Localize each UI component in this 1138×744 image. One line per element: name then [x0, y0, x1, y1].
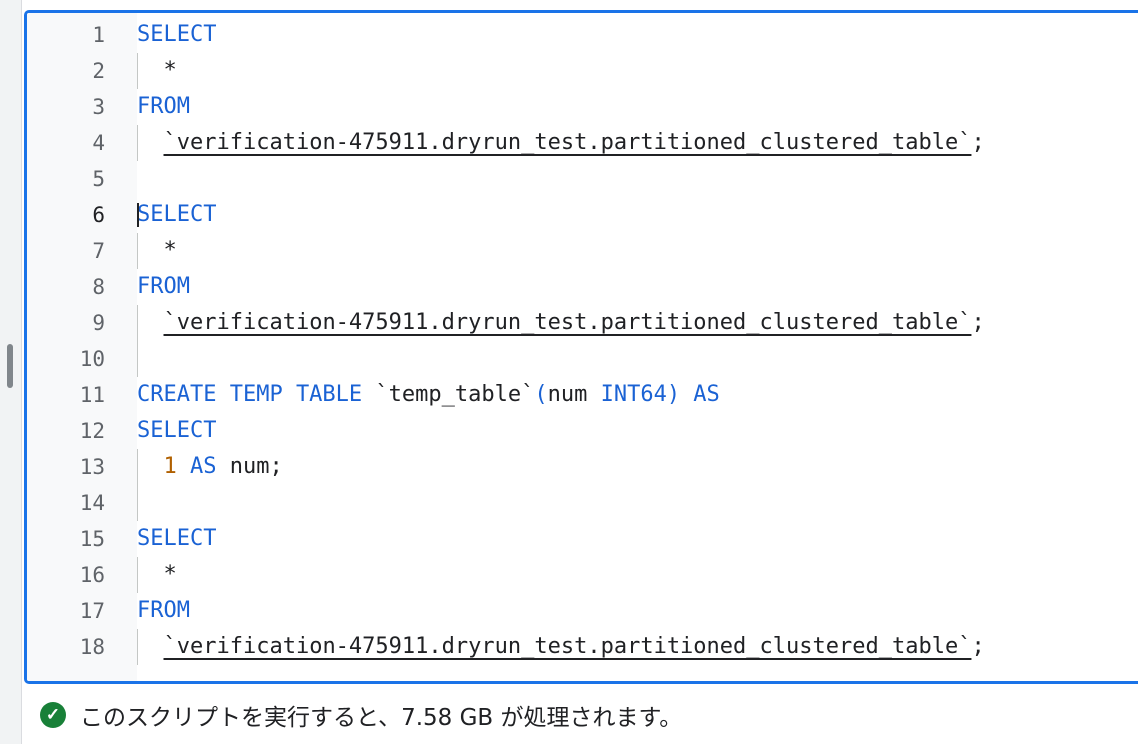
- code-line[interactable]: 6 SELECT: [27, 197, 1138, 233]
- code-text: FROM: [137, 593, 190, 629]
- sql-keyword: FROM: [137, 598, 190, 623]
- resize-handle[interactable]: [7, 344, 13, 388]
- code-token: ;: [971, 310, 985, 335]
- numeric-literal: 1: [163, 454, 177, 479]
- line-number: 11: [79, 383, 105, 407]
- left-panel-strip: [0, 0, 22, 744]
- code-text: FROM: [137, 269, 190, 305]
- check-circle-icon: ✓: [40, 702, 66, 728]
- code-text: SELECT: [137, 17, 216, 53]
- code-token: *: [137, 238, 177, 263]
- sql-keyword: FROM: [137, 94, 190, 119]
- line-number: 16: [79, 563, 105, 587]
- code-line[interactable]: 5: [27, 161, 1138, 197]
- sql-keyword: (: [534, 382, 548, 407]
- code-token: ;: [971, 130, 985, 155]
- code-token: `temp_table`: [362, 382, 535, 407]
- table-reference: `verification-475911.dryrun_test.partiti…: [163, 634, 972, 659]
- line-number: 1: [92, 23, 105, 47]
- code-text: CREATE TEMP TABLE `temp_table`(num INT64…: [137, 377, 720, 413]
- code-line[interactable]: 14: [27, 485, 1138, 521]
- code-text: *: [137, 53, 177, 89]
- code-line[interactable]: 9 `verification-475911.dryrun_test.parti…: [27, 305, 1138, 341]
- sql-keyword: SELECT: [137, 22, 217, 47]
- line-number: 5: [92, 167, 105, 191]
- table-reference: `verification-475911.dryrun_test.partiti…: [163, 310, 972, 335]
- code-text: SELECT: [137, 413, 216, 449]
- sql-keyword: INT64) AS: [600, 382, 720, 407]
- code-text: `verification-475911.dryrun_test.partiti…: [137, 305, 985, 341]
- code-text: SELECT: [137, 197, 216, 233]
- code-line[interactable]: 12 SELECT: [27, 413, 1138, 449]
- line-number: 2: [92, 59, 105, 83]
- line-number: 3: [92, 95, 105, 119]
- table-reference: `verification-475911.dryrun_test.partiti…: [163, 130, 972, 155]
- sql-keyword: SELECT: [137, 418, 217, 443]
- code-line[interactable]: 1 SELECT: [27, 17, 1138, 53]
- line-number: 17: [79, 599, 105, 623]
- code-text: `verification-475911.dryrun_test.partiti…: [137, 629, 985, 665]
- sql-editor[interactable]: 1 SELECT 2 * 3 FROM 4 `verification-475911.dr…: [24, 10, 1138, 684]
- code-token: num;: [216, 454, 283, 479]
- line-number: 12: [79, 419, 105, 443]
- indent-guide: [137, 485, 138, 521]
- line-number: 18: [79, 635, 105, 659]
- line-number: 13: [79, 455, 105, 479]
- code-line[interactable]: 3 FROM: [27, 89, 1138, 125]
- sql-keyword: CREATE TEMP TABLE: [137, 382, 363, 407]
- indent-guide: [137, 341, 138, 377]
- line-number: 14: [79, 491, 105, 515]
- code-line[interactable]: 16 *: [27, 557, 1138, 593]
- code-text: SELECT: [137, 521, 216, 557]
- code-line[interactable]: 15 SELECT: [27, 521, 1138, 557]
- sql-keyword: SELECT: [137, 202, 217, 227]
- code-text: *: [137, 233, 177, 269]
- code-line[interactable]: 10: [27, 341, 1138, 377]
- code-line[interactable]: 18 `verification-475911.dryrun_test.part…: [27, 629, 1138, 665]
- code-line[interactable]: 13 1 AS num;: [27, 449, 1138, 485]
- query-validation-bar: ✓ このスクリプトを実行すると、7.58 GB が処理されます。: [24, 686, 1138, 744]
- line-number: 9: [92, 311, 105, 335]
- code-line[interactable]: 7 *: [27, 233, 1138, 269]
- code-token: ;: [971, 634, 985, 659]
- code-token: num: [547, 382, 601, 407]
- line-number: 10: [79, 347, 105, 371]
- sql-keyword: SELECT: [137, 526, 217, 551]
- code-line[interactable]: 11 CREATE TEMP TABLE `temp_table`(num INT…: [27, 377, 1138, 413]
- validation-message: このスクリプトを実行すると、7.58 GB が処理されます。: [80, 705, 683, 731]
- text-cursor: [137, 203, 139, 227]
- line-number: 15: [79, 527, 105, 551]
- code-text: FROM: [137, 89, 190, 125]
- code-line[interactable]: 17 FROM: [27, 593, 1138, 629]
- code-token: *: [137, 58, 177, 83]
- code-line[interactable]: 2 *: [27, 53, 1138, 89]
- code-line[interactable]: 4 `verification-475911.dryrun_test.parti…: [27, 125, 1138, 161]
- line-number: 6: [92, 203, 105, 227]
- sql-keyword: FROM: [137, 274, 190, 299]
- line-number: 4: [92, 131, 105, 155]
- code-token: *: [137, 562, 177, 587]
- code-text: `verification-475911.dryrun_test.partiti…: [137, 125, 985, 161]
- code-line[interactable]: 8 FROM: [27, 269, 1138, 305]
- sql-keyword: AS: [190, 454, 217, 479]
- line-number: 7: [92, 239, 105, 263]
- line-number: 8: [92, 275, 105, 299]
- code-text: 1 AS num;: [137, 449, 283, 485]
- code-text: *: [137, 557, 177, 593]
